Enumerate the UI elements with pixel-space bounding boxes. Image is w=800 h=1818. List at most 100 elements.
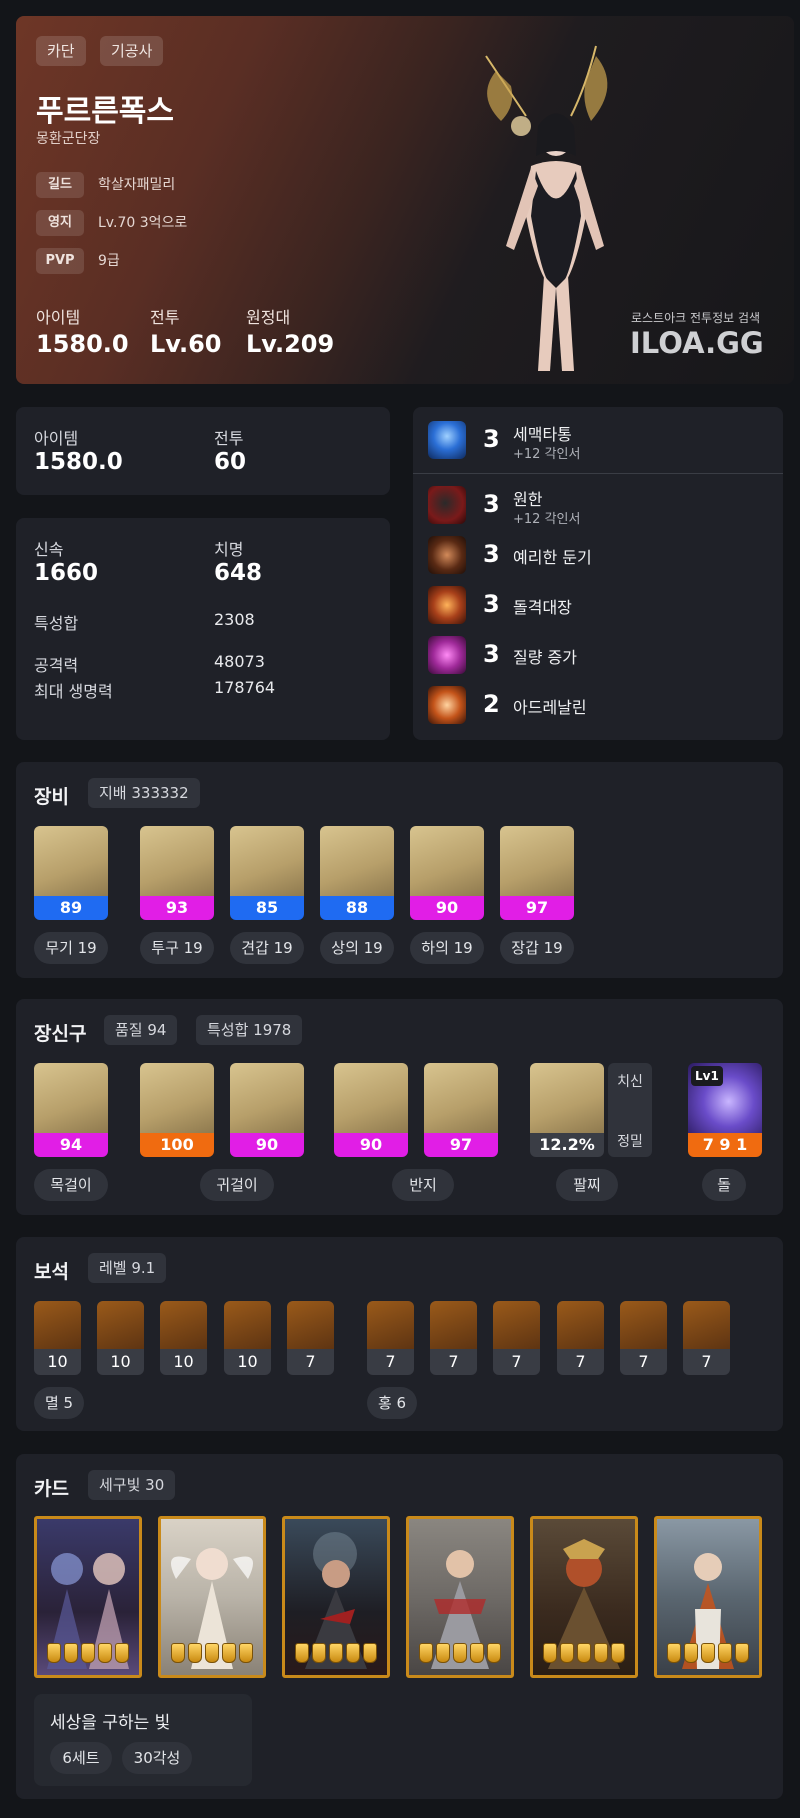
pants-label: 하의 19 [410,932,484,964]
summary-item-label: 아이템 [34,429,79,448]
engraving-name: 돌격대장 [513,598,572,617]
character-hero: 카단 기공사 푸르른폭스 몽환군단장 길드 학살자패밀리 영지 Lv.70 3억… [16,16,794,384]
gems-title: 보석 [34,1261,69,1283]
card-set-count: 6세트 [50,1742,112,1774]
crit-label: 치명 [214,540,244,559]
weapon-slot[interactable]: 89 [34,826,108,920]
cooldown-gem[interactable]: 7 [367,1301,414,1375]
necklace-icon [34,1063,108,1133]
gem-level: 7 [287,1349,334,1375]
total-stat-label: 특성합 [34,614,79,633]
gloves-icon [500,826,574,896]
cooldown-gem[interactable]: 7 [430,1301,477,1375]
max-hp-value: 178764 [214,678,276,697]
engraving-level: 3 [483,640,500,668]
necklace-slot[interactable]: 94 [34,1063,108,1157]
engraving-row[interactable]: 3 원한 +12 각인서 [413,482,783,528]
pants-icon [410,826,484,896]
gem-icon [34,1301,81,1349]
gem-level: 7 [430,1349,477,1375]
damage-gem[interactable]: 10 [34,1301,81,1375]
accessories-panel: 장신구 품질 94 특성합 1978 94 100 90 90 97 12.2%… [16,999,783,1215]
hero-item-label: 아이템 [36,308,81,327]
engraving-row[interactable]: 3 질량 증가 [413,632,783,678]
gem-icon [160,1301,207,1349]
hero-combat-label: 전투 [150,308,180,327]
gem-level: 10 [160,1349,207,1375]
cooldown-gem[interactable]: 7 [557,1301,604,1375]
summary-panel: 아이템 1580.0 전투 60 [16,407,390,495]
stone-slot[interactable]: Lv1 7 9 1 [688,1063,762,1157]
chest-icon [320,826,394,896]
card-set-chip: 세구빛 30 [88,1470,176,1500]
card-item[interactable] [158,1516,266,1678]
damage-gem[interactable]: 10 [224,1301,271,1375]
character-name: 푸르른폭스 [36,94,174,129]
engraving-row[interactable]: 3 돌격대장 [413,582,783,628]
engraving-name: 원한 [513,490,543,509]
ring-slot-1[interactable]: 90 [334,1063,408,1157]
gem-icon [224,1301,271,1349]
engraving-level: 3 [483,425,500,453]
mass-increase-icon [428,636,466,674]
quality-value: 100 [140,1133,214,1157]
chest-label: 상의 19 [320,932,394,964]
earring-slot-2[interactable]: 90 [230,1063,304,1157]
earring-slot-1[interactable]: 100 [140,1063,214,1157]
damage-gem[interactable]: 10 [97,1301,144,1375]
cooldown-gem[interactable]: 7 [620,1301,667,1375]
damage-gem[interactable]: 7 [287,1301,334,1375]
card-item[interactable] [282,1516,390,1678]
cooldown-gem[interactable]: 7 [683,1301,730,1375]
class-tag: 기공사 [100,36,164,66]
engravings-divider [413,473,783,474]
keen-blunt-icon [428,536,466,574]
pants-slot[interactable]: 90 [410,826,484,920]
bracelet-slot[interactable]: 12.2% [530,1063,604,1157]
total-stat-value: 2308 [214,610,255,629]
quality-value: 85 [230,896,304,920]
estate-value: Lv.70 3억으로 [98,215,188,231]
engraving-level: 3 [483,540,500,568]
card-awakening [47,1643,129,1665]
gem-level: 7 [367,1349,414,1375]
accessories-title: 장신구 [34,1023,87,1045]
card-set-box: 세상을 구하는 빛 6세트 30각성 [34,1694,252,1786]
gloves-slot[interactable]: 97 [500,826,574,920]
bracelet-label: 팔찌 [556,1169,618,1201]
quality-value: 93 [140,896,214,920]
quality-value: 97 [424,1133,498,1157]
helmet-slot[interactable]: 93 [140,826,214,920]
damage-gem[interactable]: 10 [160,1301,207,1375]
cooldown-gem[interactable]: 7 [493,1301,540,1375]
shoulder-slot[interactable]: 85 [230,826,304,920]
ring-icon [334,1063,408,1133]
earring-label: 귀걸이 [200,1169,274,1201]
hero-roster-label: 원정대 [246,308,291,327]
gem-icon [557,1301,604,1349]
quality-value: 90 [334,1133,408,1157]
card-item[interactable] [406,1516,514,1678]
chest-slot[interactable]: 88 [320,826,394,920]
weapon-label: 무기 19 [34,932,108,964]
engraving-row[interactable]: 3 예리한 둔기 [413,532,783,578]
ring-slot-2[interactable]: 97 [424,1063,498,1157]
quality-value: 89 [34,896,108,920]
card-item[interactable] [34,1516,142,1678]
earring-icon [140,1063,214,1133]
engraving-row[interactable]: 2 아드레날린 [413,682,783,728]
engraving-row[interactable]: 3 세맥타통 +12 각인서 [413,417,783,463]
gem-level-chip: 레벨 9.1 [88,1253,167,1283]
weapon-icon [34,826,108,896]
card-awakening [419,1643,501,1665]
meridian-icon [428,421,466,459]
engraving-book: +12 각인서 [513,512,581,527]
card-item[interactable] [530,1516,638,1678]
card-awakening [543,1643,625,1665]
earring-icon [230,1063,304,1133]
engraving-name: 질량 증가 [513,648,577,667]
engraving-name: 세맥타통 [513,425,572,444]
quality-value: 88 [320,896,394,920]
engraving-name: 예리한 둔기 [513,548,592,567]
card-item[interactable] [654,1516,762,1678]
